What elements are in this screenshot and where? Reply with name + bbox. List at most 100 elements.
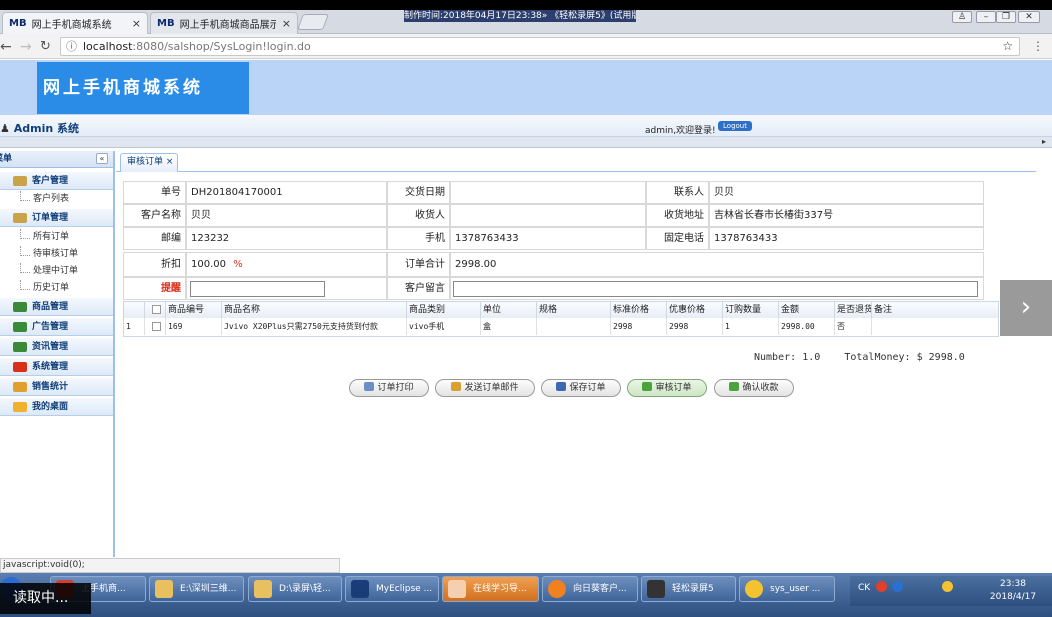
orders-icon (13, 213, 27, 223)
browser-tab-1[interactable]: MB 网上手机商城系统 × (2, 12, 148, 34)
grid-header[interactable]: 优惠价格 (667, 302, 723, 318)
menu-label: 订单管理 (32, 213, 69, 223)
grid-header[interactable]: 规格 (537, 302, 611, 318)
horizontal-scrollbar[interactable]: ▸ (0, 137, 1052, 148)
news-icon (13, 342, 27, 352)
tab-favicon: MB (157, 18, 175, 29)
grid-cell: 2998 (611, 318, 667, 335)
sub-history-orders[interactable]: 历史订单 (0, 280, 113, 297)
grid-header[interactable]: 单位 (481, 302, 537, 318)
message-input[interactable] (453, 281, 978, 297)
total-money-value: 2998.0 (928, 352, 965, 363)
stats-icon (13, 382, 27, 392)
menu-products[interactable]: 商品管理 (0, 298, 113, 316)
sub-pending-orders[interactable]: 待审核订单 (0, 246, 113, 263)
taskbar-item[interactable]: MyEclipse ... (345, 576, 439, 602)
sub-processing-orders[interactable]: 处理中订单 (0, 263, 113, 280)
help-icon[interactable] (892, 581, 903, 592)
grid-header[interactable]: 订购数量 (723, 302, 779, 318)
url-path: :8080/salshop/SysLogin!login.do (132, 40, 311, 53)
grid-header[interactable]: 商品类别 (407, 302, 481, 318)
close-icon[interactable]: × (132, 17, 141, 30)
clock[interactable]: 23:38 2018/4/17 (980, 578, 1046, 604)
row-checkbox[interactable] (151, 322, 161, 331)
menu-orders[interactable]: 订单管理 (0, 209, 113, 227)
save-icon (556, 382, 567, 391)
taskbar-item[interactable]: 向日葵客户... (542, 576, 638, 602)
taskbar-item[interactable]: D:\录屏\轻... (248, 576, 342, 602)
browser-tab-2[interactable]: MB 网上手机商城商品展示 × (150, 12, 298, 34)
menu-icon[interactable]: ⋮ (1032, 39, 1044, 53)
restore-icon[interactable]: ❐ (996, 11, 1016, 23)
taskbar-label: E:\深圳三维... (180, 584, 237, 594)
forward-icon[interactable]: → (20, 39, 32, 55)
grid-header[interactable]: 是否退货 (835, 302, 872, 318)
grid-header[interactable]: 金额 (779, 302, 835, 318)
close-window-icon[interactable]: ✕ (1018, 11, 1040, 23)
sub-customer-list[interactable]: 客户列表 (0, 191, 113, 208)
info-icon[interactable]: ⓘ (66, 38, 77, 55)
site-logo: 网上手机商城系统 (37, 62, 249, 114)
url-host: localhost (83, 40, 133, 53)
input-language[interactable]: CK (858, 583, 870, 593)
menu-label: 资讯管理 (32, 342, 69, 352)
receiver-label: 收货人 (387, 204, 450, 227)
bookmark-star-icon[interactable]: ☆ (1002, 38, 1013, 55)
grid-header-checkbox[interactable] (145, 302, 166, 318)
menu-news[interactable]: 资讯管理 (0, 338, 113, 356)
taskbar-item[interactable]: sys_user ... (739, 576, 835, 602)
close-icon[interactable]: × (282, 17, 291, 30)
check-icon (642, 382, 653, 391)
back-icon[interactable]: ← (0, 39, 12, 55)
discount-value[interactable]: 100.00 (191, 259, 226, 270)
system-title-text: Admin 系统 (13, 122, 79, 135)
grid-header[interactable]: 商品名称 (222, 302, 407, 318)
sogou-icon[interactable] (876, 581, 887, 592)
menu-my-desktop[interactable]: 我的桌面 (0, 398, 113, 416)
button-label: 订单打印 (377, 383, 414, 393)
grid-header[interactable]: 标准价格 (611, 302, 667, 318)
taskbar-item-active[interactable]: 在线学习导... (442, 576, 539, 602)
phone-value: 1378763433 (709, 227, 984, 250)
contact-value: 贝贝 (709, 181, 984, 204)
button-label: 确认收款 (742, 383, 779, 393)
chevron-right-icon[interactable]: › (1000, 280, 1052, 336)
grid-header[interactable]: 备注 (872, 302, 998, 318)
menu-customer[interactable]: 客户管理 (0, 172, 113, 190)
button-label: 发送订单邮件 (464, 383, 519, 393)
collapse-icon[interactable]: « (96, 153, 108, 164)
row-checkbox-cell[interactable] (145, 318, 166, 335)
clock-time: 23:38 (1000, 579, 1026, 589)
review-order-button[interactable]: 审核订单 (627, 379, 707, 397)
taskbar-label: 向日葵客户... (573, 584, 627, 594)
reminder-input[interactable] (190, 281, 325, 297)
confirm-payment-button[interactable]: 确认收款 (714, 379, 794, 397)
menu-system[interactable]: 系统管理 (0, 358, 113, 376)
taskbar-item[interactable]: 轻松录屏5 (641, 576, 736, 602)
receiver-value (450, 204, 646, 227)
sub-all-orders[interactable]: 所有订单 (0, 229, 113, 246)
select-all-checkbox[interactable] (151, 305, 161, 314)
admin-user-icon: ♟ (0, 122, 10, 135)
menu-ads[interactable]: 广告管理 (0, 318, 113, 336)
send-order-email-button[interactable]: 发送订单邮件 (435, 379, 535, 397)
print-order-button[interactable]: 订单打印 (349, 379, 429, 397)
order-no-value: DH201804170001 (186, 181, 387, 204)
user-icon[interactable]: ♙ (952, 11, 972, 23)
qq-icon[interactable] (942, 581, 953, 592)
reload-icon[interactable]: ↻ (40, 39, 51, 54)
grid-header[interactable]: 商品编号 (166, 302, 222, 318)
tab-review-order[interactable]: 审核订单 × (120, 153, 178, 172)
scroll-right-icon[interactable]: ▸ (1042, 137, 1046, 146)
total-value: 2998.00 (450, 252, 984, 277)
minimize-icon[interactable]: – (976, 11, 996, 23)
close-icon[interactable]: × (166, 157, 174, 167)
mobile-label: 手机 (387, 227, 450, 250)
taskbar-item[interactable]: E:\深圳三维... (149, 576, 244, 602)
address-bar[interactable]: ⓘ localhost:8080/salshop/SysLogin!login.… (60, 37, 1020, 56)
menu-sales-stats[interactable]: 销售统计 (0, 378, 113, 396)
menu-label: 系统管理 (32, 362, 69, 372)
save-order-button[interactable]: 保存订单 (541, 379, 621, 397)
logout-button[interactable]: Logout (718, 121, 752, 131)
taskbar-label: MyEclipse ... (376, 584, 433, 594)
